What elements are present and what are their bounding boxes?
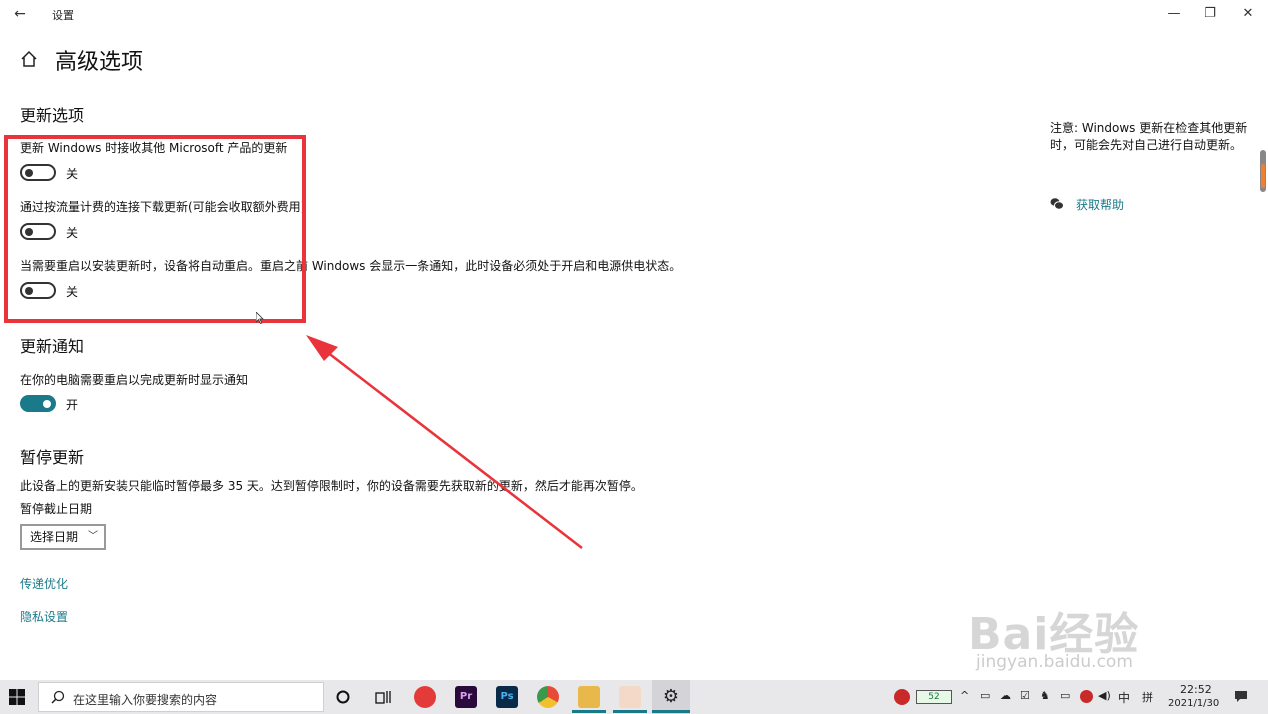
taskbar: 在这里输入你要搜索的内容 Pr Ps ⚙ 52 ^ ▭ ☁ ☑ ♞ ▭ ◀) 中… <box>0 680 1268 714</box>
chrome-icon[interactable] <box>537 686 559 708</box>
tray-check-icon[interactable]: ☑ <box>1020 689 1030 702</box>
taskbar-search[interactable]: 在这里输入你要搜索的内容 <box>38 682 324 712</box>
settings-app-active-indicator <box>652 710 690 713</box>
pause-date-label: 暂停截止日期 <box>20 502 93 516</box>
highlight-box <box>4 135 306 323</box>
maximize-button[interactable]: ❐ <box>1192 2 1228 26</box>
get-help-link[interactable]: 获取帮助 <box>1076 196 1124 213</box>
battery-indicator[interactable]: 52 <box>916 690 952 704</box>
privacy-settings-link[interactable]: 隐私设置 <box>20 608 68 625</box>
minimize-button[interactable]: — <box>1156 2 1192 26</box>
pause-updates-heading: 暂停更新 <box>20 448 85 467</box>
settings-app-icon[interactable]: ⚙ <box>660 686 682 708</box>
network-icon[interactable]: ▭ <box>980 689 990 702</box>
display-icon[interactable]: ▭ <box>1060 689 1070 702</box>
title-bar: ← 设置 — ❐ ✕ <box>0 0 1268 28</box>
file-explorer-active-indicator <box>572 710 606 713</box>
delivery-optimization-link[interactable]: 传递优化 <box>20 575 68 592</box>
page-title: 高级选项 <box>55 50 144 75</box>
notification-center-icon[interactable] <box>1234 690 1248 703</box>
ppt-app-icon[interactable] <box>619 686 641 708</box>
photoshop-icon[interactable]: Ps <box>496 686 518 708</box>
qq-icon[interactable]: ♞ <box>1040 689 1050 702</box>
baidu-watermark: Bai经验 jingyan.baidu.com <box>968 576 1248 676</box>
netease-music-icon[interactable] <box>414 686 436 708</box>
restart-notify-toggle[interactable] <box>20 395 56 412</box>
volume-icon[interactable]: ◀) <box>1098 689 1111 702</box>
pause-date-select[interactable]: 选择日期 ﹀ <box>20 524 106 550</box>
back-button[interactable]: ← <box>10 4 30 24</box>
premiere-icon[interactable]: Pr <box>455 686 477 708</box>
task-view-icon[interactable] <box>375 690 391 704</box>
close-button[interactable]: ✕ <box>1230 2 1266 26</box>
clock-date[interactable]: 2021/1/30 <box>1168 698 1219 709</box>
watermark-url: jingyan.baidu.com <box>976 652 1133 672</box>
update-options-heading: 更新选项 <box>20 106 85 125</box>
window-title: 设置 <box>52 9 74 22</box>
chevron-down-icon: ﹀ <box>88 531 98 542</box>
restart-notify-state: 开 <box>66 398 79 412</box>
tray-red-icon[interactable] <box>1080 690 1093 703</box>
tray-app-icon[interactable] <box>894 689 910 705</box>
cortana-icon[interactable] <box>336 690 350 704</box>
clock-time[interactable]: 22:52 <box>1180 683 1212 696</box>
home-icon[interactable] <box>20 50 38 68</box>
pause-date-select-value: 选择日期 <box>30 530 79 544</box>
scrollbar-thumb[interactable] <box>1261 164 1265 188</box>
ime-indicator[interactable]: 中 <box>1118 689 1130 706</box>
search-placeholder: 在这里输入你要搜索的内容 <box>73 693 218 707</box>
keyboard-layout-indicator[interactable]: 拼 <box>1142 689 1153 705</box>
chat-help-icon <box>1050 198 1064 210</box>
search-icon <box>51 690 65 704</box>
restart-notify-label: 在你的电脑需要重启以完成更新时显示通知 <box>20 373 249 387</box>
show-hidden-icons-button[interactable]: ^ <box>960 689 969 702</box>
mouse-cursor-icon <box>256 312 264 324</box>
scrollbar[interactable] <box>1260 150 1266 192</box>
windows-start-icon[interactable] <box>8 688 26 706</box>
ppt-app-active-indicator <box>613 710 647 713</box>
file-explorer-icon[interactable] <box>578 686 600 708</box>
update-notify-heading: 更新通知 <box>20 337 85 356</box>
cloud-icon[interactable]: ☁ <box>1000 689 1011 702</box>
update-note: 注意: Windows 更新在检查其他更新时，可能会先对自己进行自动更新。 <box>1050 121 1248 152</box>
annotation-arrow <box>306 335 583 549</box>
